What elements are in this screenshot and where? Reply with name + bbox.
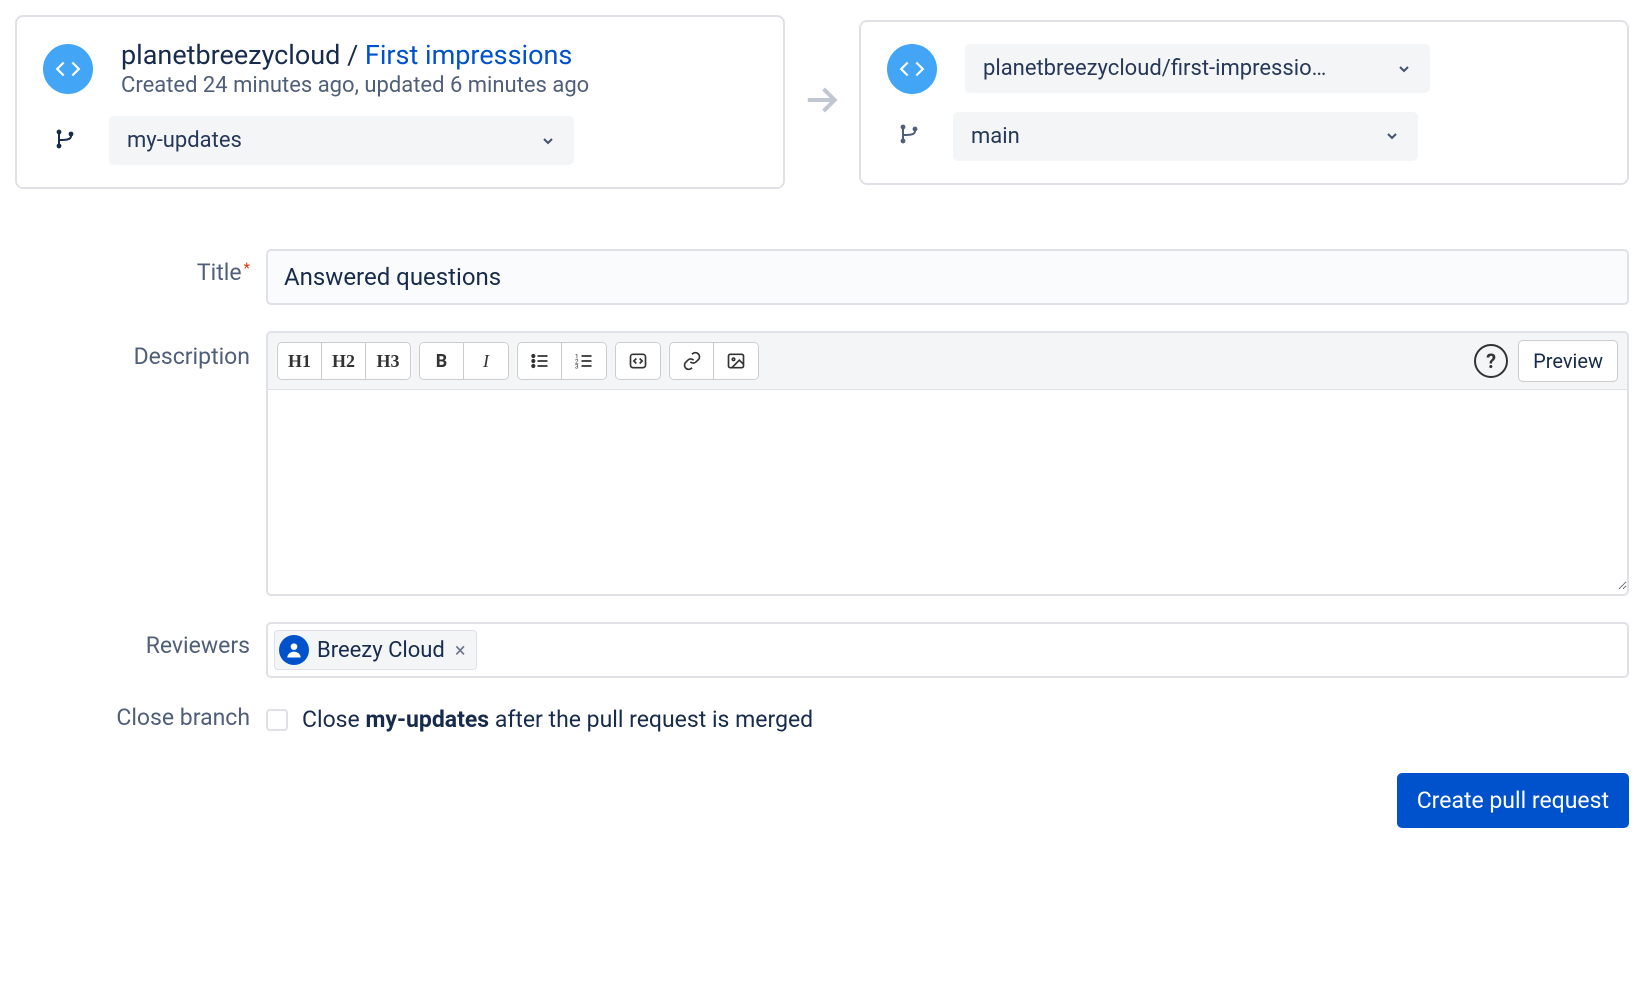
description-label: Description	[15, 331, 250, 370]
branch-icon	[897, 120, 925, 152]
bullet-list-button[interactable]	[518, 343, 562, 379]
h2-button[interactable]: H2	[322, 343, 366, 379]
h3-button[interactable]: H3	[366, 343, 410, 379]
link-button[interactable]	[670, 343, 714, 379]
reviewers-input[interactable]: Breezy Cloud ×	[266, 622, 1629, 678]
compare-branches-row: planetbreezycloud / First impressions Cr…	[15, 15, 1629, 189]
reviewer-name: Breezy Cloud	[317, 638, 445, 663]
source-branch-select[interactable]: my-updates	[109, 116, 574, 165]
help-button[interactable]: ?	[1474, 344, 1508, 378]
close-branch-text: Close my-updates after the pull request …	[302, 706, 813, 733]
reviewers-label: Reviewers	[15, 622, 250, 659]
arrow-right-icon	[803, 81, 841, 123]
bold-button[interactable]: B	[420, 343, 464, 379]
editor-toolbar: H1 H2 H3 B I 123	[268, 333, 1627, 390]
avatar-icon	[279, 635, 309, 665]
dest-panel: planetbreezycloud/first-impressio… main	[859, 20, 1629, 185]
svg-text:3: 3	[575, 363, 579, 371]
close-branch-checkbox[interactable]	[266, 709, 288, 731]
remove-reviewer-button[interactable]: ×	[453, 638, 468, 662]
dest-branch-select[interactable]: main	[953, 112, 1418, 161]
h1-button[interactable]: H1	[278, 343, 322, 379]
title-input[interactable]	[266, 249, 1629, 305]
code-button[interactable]	[616, 343, 660, 379]
branch-icon	[53, 125, 81, 157]
create-pull-request-button[interactable]: Create pull request	[1397, 773, 1629, 828]
dest-repo-select[interactable]: planetbreezycloud/first-impressio…	[965, 44, 1430, 93]
source-repo-title: planetbreezycloud / First impressions	[121, 39, 589, 71]
pr-form: Title* Description H1 H2 H3 B I	[15, 249, 1629, 733]
preview-button[interactable]: Preview	[1518, 340, 1618, 382]
reviewer-chip: Breezy Cloud ×	[274, 630, 477, 670]
image-button[interactable]	[714, 343, 758, 379]
source-owner: planetbreezycloud	[121, 39, 340, 71]
description-textarea[interactable]	[268, 390, 1627, 590]
source-repo-link[interactable]: First impressions	[365, 39, 572, 71]
italic-button[interactable]: I	[464, 343, 508, 379]
code-icon	[43, 44, 93, 94]
close-branch-label: Close branch	[15, 704, 250, 731]
source-panel: planetbreezycloud / First impressions Cr…	[15, 15, 785, 189]
title-label: Title*	[15, 249, 250, 286]
source-subtitle: Created 24 minutes ago, updated 6 minute…	[121, 73, 589, 98]
code-icon	[887, 44, 937, 94]
description-editor: H1 H2 H3 B I 123	[266, 331, 1629, 596]
numbered-list-button[interactable]: 123	[562, 343, 606, 379]
